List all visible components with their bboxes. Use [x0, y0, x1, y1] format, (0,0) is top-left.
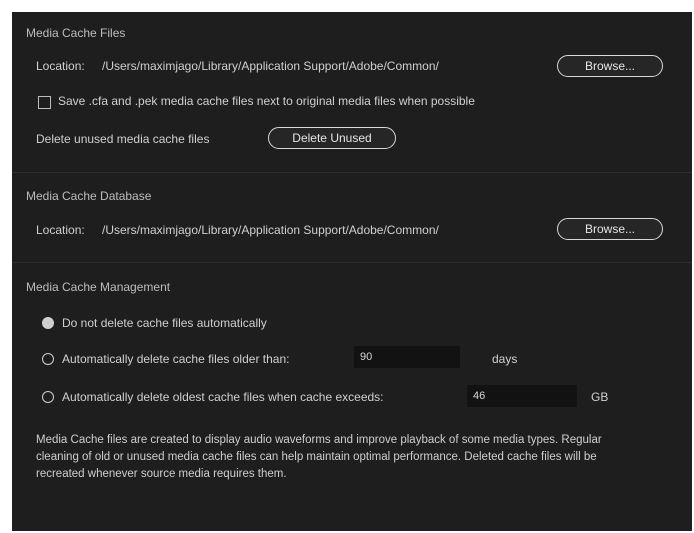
delete-unused-button[interactable]: Delete Unused [268, 127, 396, 149]
no-auto-delete-radio[interactable] [42, 317, 54, 329]
database-browse-button[interactable]: Browse... [557, 218, 663, 240]
no-auto-delete-label: Do not delete cache files automatically [62, 316, 267, 330]
delete-unused-label: Delete unused media cache files [36, 132, 210, 146]
delete-older-than-label: Automatically delete cache files older t… [62, 352, 290, 366]
media-cache-database-title: Media Cache Database [26, 189, 152, 203]
gb-limit-input[interactable] [467, 385, 577, 407]
days-input[interactable] [354, 346, 460, 368]
files-location-label: Location: [36, 59, 85, 73]
section-divider [12, 172, 692, 173]
database-location-label: Location: [36, 223, 85, 237]
days-unit-label: days [492, 352, 518, 366]
media-cache-description: Media Cache files are created to display… [36, 434, 602, 480]
section-divider [12, 262, 692, 263]
database-location-path: /Users/maximjago/Library/Application Sup… [102, 223, 439, 237]
media-cache-files-title: Media Cache Files [26, 26, 126, 40]
files-browse-button[interactable]: Browse... [557, 55, 663, 77]
save-cache-next-to-originals-checkbox[interactable] [38, 96, 51, 109]
media-cache-preferences-panel: Media Cache Files Location: /Users/maxim… [12, 12, 692, 531]
files-location-path: /Users/maximjago/Library/Application Sup… [102, 59, 439, 73]
media-cache-management-title: Media Cache Management [26, 280, 171, 294]
gb-unit-label: GB [591, 390, 609, 404]
delete-when-exceeds-radio[interactable] [42, 391, 54, 403]
delete-when-exceeds-label: Automatically delete oldest cache files … [62, 390, 384, 404]
save-cache-next-to-originals-label: Save .cfa and .pek media cache files nex… [58, 94, 475, 108]
delete-older-than-radio[interactable] [42, 353, 54, 365]
